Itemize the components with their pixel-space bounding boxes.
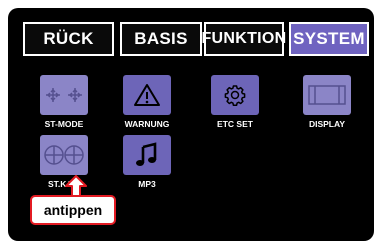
mp3-label: MP3 <box>138 179 156 189</box>
tab-system[interactable]: SYSTEM <box>289 22 369 56</box>
warnung-label: WARNUNG <box>124 119 170 129</box>
arrow-up-icon <box>65 175 87 197</box>
tap-callout: antippen <box>30 195 116 225</box>
st-kali-button[interactable] <box>40 135 88 175</box>
st-mode-button[interactable] <box>40 75 88 115</box>
warning-icon <box>134 84 160 106</box>
page-frame: RÜCK BASIS FUNKTION SYSTEM ST-MODE WARNU… <box>0 0 383 249</box>
music-note-icon <box>136 142 157 166</box>
display-icon <box>308 85 346 105</box>
stick-calibration-icon <box>44 145 84 165</box>
display-label: DISPLAY <box>308 119 346 129</box>
warnung-button[interactable] <box>123 75 171 115</box>
tab-basis[interactable]: BASIS <box>120 22 202 56</box>
stick-mode-icon <box>46 88 82 102</box>
st-mode-label: ST-MODE <box>44 119 84 129</box>
etc-set-label: ETC SET <box>217 119 253 129</box>
mp3-button[interactable] <box>123 135 171 175</box>
display-button[interactable] <box>303 75 351 115</box>
tab-funktion[interactable]: FUNKTION <box>201 22 286 56</box>
etc-set-button[interactable] <box>211 75 259 115</box>
gear-icon <box>224 85 246 106</box>
tab-rueck[interactable]: RÜCK <box>23 22 114 56</box>
transmitter-screen: RÜCK BASIS FUNKTION SYSTEM ST-MODE WARNU… <box>8 8 374 241</box>
